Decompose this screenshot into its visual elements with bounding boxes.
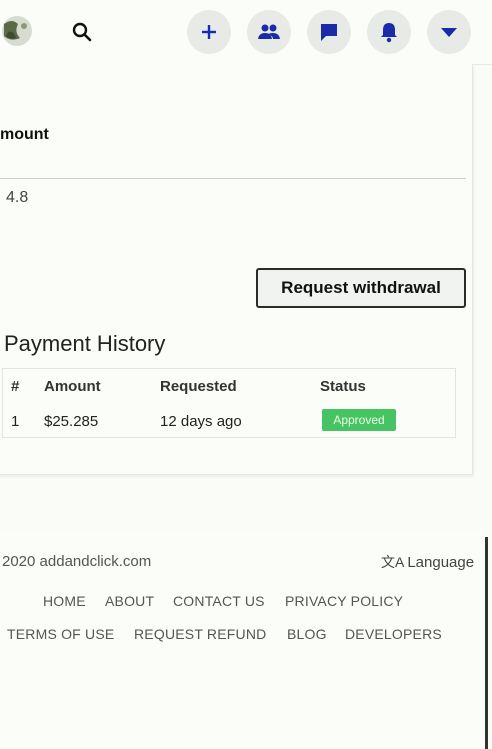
bell-icon	[379, 21, 399, 43]
language-label: Language	[407, 554, 475, 571]
plus-icon	[199, 22, 219, 42]
footer-link-home[interactable]: HOME	[43, 593, 86, 609]
translate-icon: 文A	[381, 554, 405, 570]
request-withdrawal-button[interactable]: Request withdrawal	[256, 268, 466, 308]
row-requested: 12 days ago	[160, 413, 242, 430]
column-header-amount: Amount	[44, 378, 101, 395]
chat-icon	[318, 21, 340, 43]
top-navbar	[0, 0, 492, 65]
status-badge: Approved	[322, 409, 396, 431]
payment-history-table: # Amount Requested Status 1 $25.285 12 d…	[2, 368, 456, 438]
moon-logo-icon[interactable]	[0, 12, 62, 50]
footer-link-contact[interactable]: CONTACT US	[173, 593, 265, 609]
copyright-text: 2020 addandclick.com	[2, 553, 152, 570]
amount-label: mount	[0, 126, 49, 143]
footer-link-developers[interactable]: DEVELOPERS	[345, 626, 442, 642]
footer-link-terms[interactable]: TERMS OF USE	[7, 626, 114, 642]
friends-icon	[257, 22, 281, 42]
notifications-button[interactable]	[367, 10, 411, 54]
amount-value: 4.8	[6, 189, 29, 206]
footer-link-privacy[interactable]: PRIVACY POLICY	[285, 593, 403, 609]
language-selector[interactable]: 文A Language	[381, 552, 474, 572]
account-menu-button[interactable]	[427, 10, 471, 54]
create-button[interactable]	[187, 10, 231, 54]
row-number: 1	[11, 413, 20, 430]
column-header-number: #	[11, 378, 20, 395]
amount-input[interactable]: 4.8	[0, 178, 466, 217]
row-amount: $25.285	[44, 413, 99, 430]
caret-down-icon	[439, 25, 459, 39]
footer-link-refund[interactable]: REQUEST REFUND	[134, 626, 266, 642]
messages-button[interactable]	[307, 10, 351, 54]
payment-history-title: Payment History	[4, 331, 166, 356]
footer: 2020 addandclick.com 文A Language HOME ABO…	[0, 530, 484, 749]
scrollbar[interactable]	[485, 537, 488, 749]
footer-link-blog[interactable]: BLOG	[287, 626, 327, 642]
friends-button[interactable]	[247, 10, 291, 54]
column-header-status: Status	[320, 378, 366, 395]
search-icon[interactable]	[70, 20, 94, 44]
footer-link-about[interactable]: ABOUT	[105, 593, 154, 609]
column-header-requested: Requested	[160, 378, 237, 395]
